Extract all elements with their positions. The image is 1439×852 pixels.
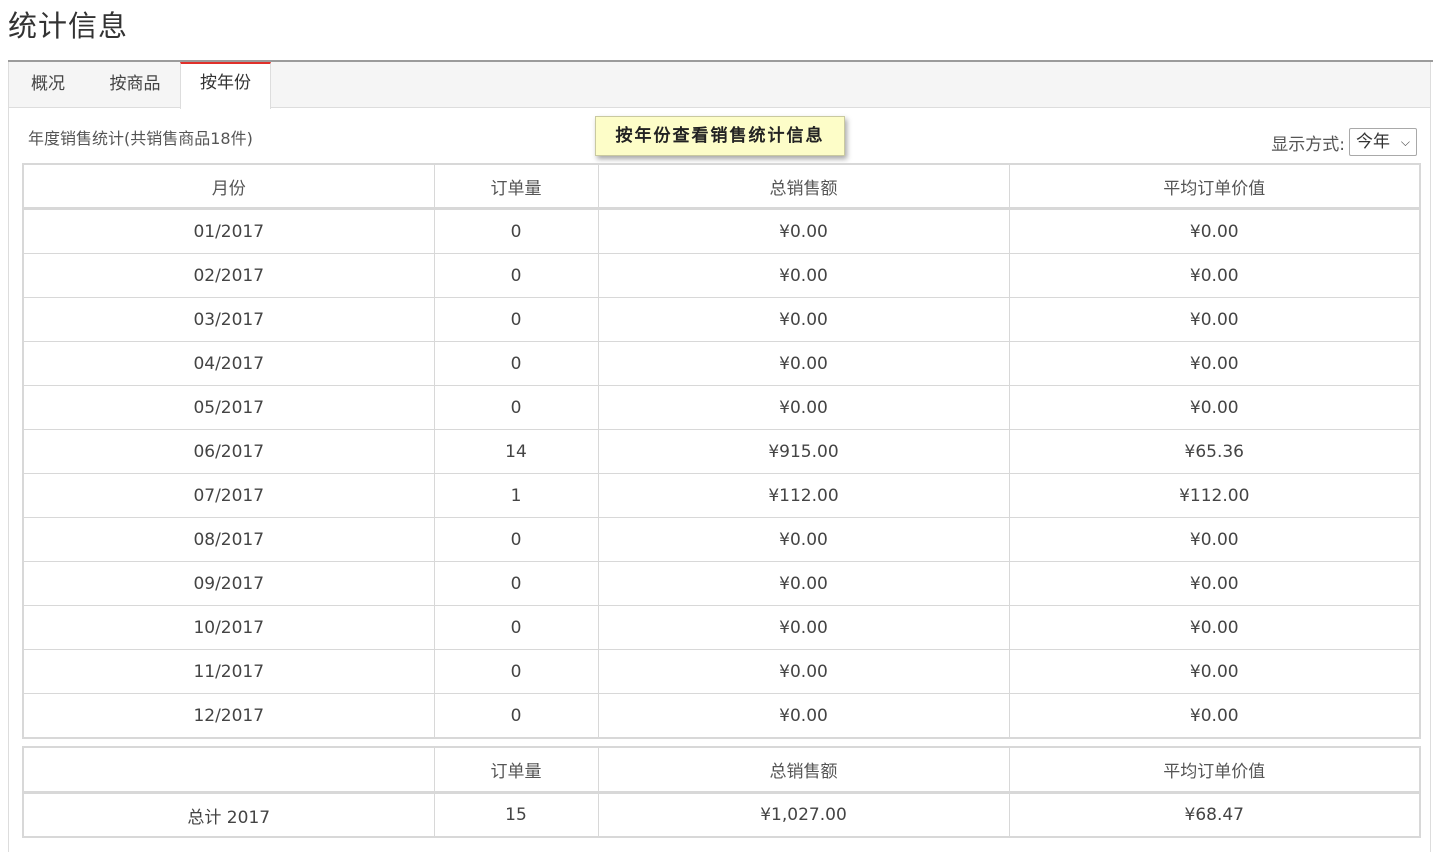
- total-sales-cell: ¥0.00: [597, 253, 1010, 298]
- table-row: 06/2017 14 ¥915.00 ¥65.36: [22, 429, 1421, 474]
- avg-order-cell: ¥0.00: [1008, 297, 1421, 342]
- column-header-month: 月份: [22, 163, 435, 210]
- table-row: 04/2017 0 ¥0.00 ¥0.00: [22, 341, 1421, 386]
- orders-cell: 0: [433, 208, 599, 254]
- totals-orders: 15: [433, 792, 599, 838]
- total-sales-cell: ¥0.00: [597, 385, 1010, 430]
- table-row: 07/2017 1 ¥112.00 ¥112.00: [22, 473, 1421, 518]
- avg-order-cell: ¥112.00: [1008, 473, 1421, 518]
- table-row: 10/2017 0 ¥0.00 ¥0.00: [22, 605, 1421, 650]
- month-cell: 12/2017: [22, 693, 435, 739]
- total-sales-cell: ¥112.00: [597, 473, 1010, 518]
- table-header-row: 订单量 总销售额 平均订单价值: [22, 746, 1421, 794]
- orders-cell: 0: [433, 341, 599, 386]
- display-mode-label: 显示方式:: [1271, 134, 1345, 155]
- avg-order-cell: ¥0.00: [1008, 649, 1421, 694]
- month-cell: 02/2017: [22, 253, 435, 298]
- avg-order-cell: ¥0.00: [1008, 561, 1421, 606]
- month-cell: 05/2017: [22, 385, 435, 430]
- month-cell: 10/2017: [22, 605, 435, 650]
- avg-order-cell: ¥0.00: [1008, 517, 1421, 562]
- avg-order-cell: ¥0.00: [1008, 253, 1421, 298]
- totals-row: 总计 2017 15 ¥1,027.00 ¥68.47: [22, 792, 1421, 838]
- month-cell: 04/2017: [22, 341, 435, 386]
- tab-overview[interactable]: 概况: [9, 62, 87, 108]
- monthly-stats-table: 月份 订单量 总销售额 平均订单价值 01/2017 0 ¥0.00 ¥0.00 02/…: [22, 163, 1421, 739]
- table-row: 03/2017 0 ¥0.00 ¥0.00: [22, 297, 1421, 342]
- total-sales-cell: ¥0.00: [597, 605, 1010, 650]
- month-cell: 11/2017: [22, 649, 435, 694]
- table-row: 09/2017 0 ¥0.00 ¥0.00: [22, 561, 1421, 606]
- avg-order-cell: ¥0.00: [1008, 693, 1421, 739]
- table-header-row: 月份 订单量 总销售额 平均订单价值: [22, 163, 1421, 210]
- month-cell: 03/2017: [22, 297, 435, 342]
- orders-cell: 1: [433, 473, 599, 518]
- display-mode-selected: 今年: [1356, 132, 1390, 152]
- avg-order-cell: ¥0.00: [1008, 385, 1421, 430]
- column-header-total-sales: 总销售额: [597, 163, 1010, 210]
- table-row: 08/2017 0 ¥0.00 ¥0.00: [22, 517, 1421, 562]
- orders-cell: 0: [433, 561, 599, 606]
- totals-table: 订单量 总销售额 平均订单价值 总计 2017 15 ¥1,027.00 ¥68…: [22, 746, 1421, 838]
- table-row: 11/2017 0 ¥0.00 ¥0.00: [22, 649, 1421, 694]
- orders-cell: 0: [433, 693, 599, 739]
- orders-cell: 0: [433, 605, 599, 650]
- orders-cell: 0: [433, 253, 599, 298]
- orders-cell: 0: [433, 649, 599, 694]
- orders-cell: 0: [433, 385, 599, 430]
- orders-cell: 14: [433, 429, 599, 474]
- orders-cell: 0: [433, 517, 599, 562]
- total-sales-cell: ¥915.00: [597, 429, 1010, 474]
- tooltip: 按年份查看销售统计信息: [595, 116, 845, 156]
- table-row: 05/2017 0 ¥0.00 ¥0.00: [22, 385, 1421, 430]
- tab-by-product[interactable]: 按商品: [89, 62, 181, 108]
- table-row: 02/2017 0 ¥0.00 ¥0.00: [22, 253, 1421, 298]
- totals-avg: ¥68.47: [1008, 792, 1421, 838]
- column-header-avg-order: 平均订单价值: [1008, 746, 1421, 794]
- total-sales-cell: ¥0.00: [597, 297, 1010, 342]
- display-mode: 显示方式: 今年 ⌵: [1271, 128, 1417, 156]
- summary-text: 年度销售统计(共销售商品18件): [28, 129, 253, 148]
- totals-sales: ¥1,027.00: [597, 792, 1010, 838]
- month-cell: 01/2017: [22, 208, 435, 254]
- column-header-total-sales: 总销售额: [597, 746, 1010, 794]
- column-header-orders: 订单量: [433, 746, 599, 794]
- total-sales-cell: ¥0.00: [597, 649, 1010, 694]
- avg-order-cell: ¥0.00: [1008, 341, 1421, 386]
- tab-bar: 概况 按商品 按年份: [9, 62, 1430, 109]
- avg-order-cell: ¥0.00: [1008, 208, 1421, 254]
- totals-label: 总计 2017: [22, 792, 435, 838]
- page-title: 统计信息: [8, 9, 129, 43]
- table-row: 01/2017 0 ¥0.00 ¥0.00: [22, 208, 1421, 254]
- column-header-orders: 订单量: [433, 163, 599, 210]
- display-mode-select[interactable]: 今年 ⌵: [1349, 128, 1417, 156]
- avg-order-cell: ¥65.36: [1008, 429, 1421, 474]
- orders-cell: 0: [433, 297, 599, 342]
- avg-order-cell: ¥0.00: [1008, 605, 1421, 650]
- column-header-avg-order: 平均订单价值: [1008, 163, 1421, 210]
- chevron-down-icon: ⌵: [1400, 135, 1410, 149]
- month-cell: 08/2017: [22, 517, 435, 562]
- tab-by-year[interactable]: 按年份: [180, 62, 271, 109]
- total-sales-cell: ¥0.00: [597, 517, 1010, 562]
- total-sales-cell: ¥0.00: [597, 693, 1010, 739]
- total-sales-cell: ¥0.00: [597, 208, 1010, 254]
- month-cell: 09/2017: [22, 561, 435, 606]
- month-cell: 06/2017: [22, 429, 435, 474]
- total-sales-cell: ¥0.00: [597, 341, 1010, 386]
- column-header-blank: [22, 746, 435, 794]
- table-row: 12/2017 0 ¥0.00 ¥0.00: [22, 693, 1421, 739]
- total-sales-cell: ¥0.00: [597, 561, 1010, 606]
- month-cell: 07/2017: [22, 473, 435, 518]
